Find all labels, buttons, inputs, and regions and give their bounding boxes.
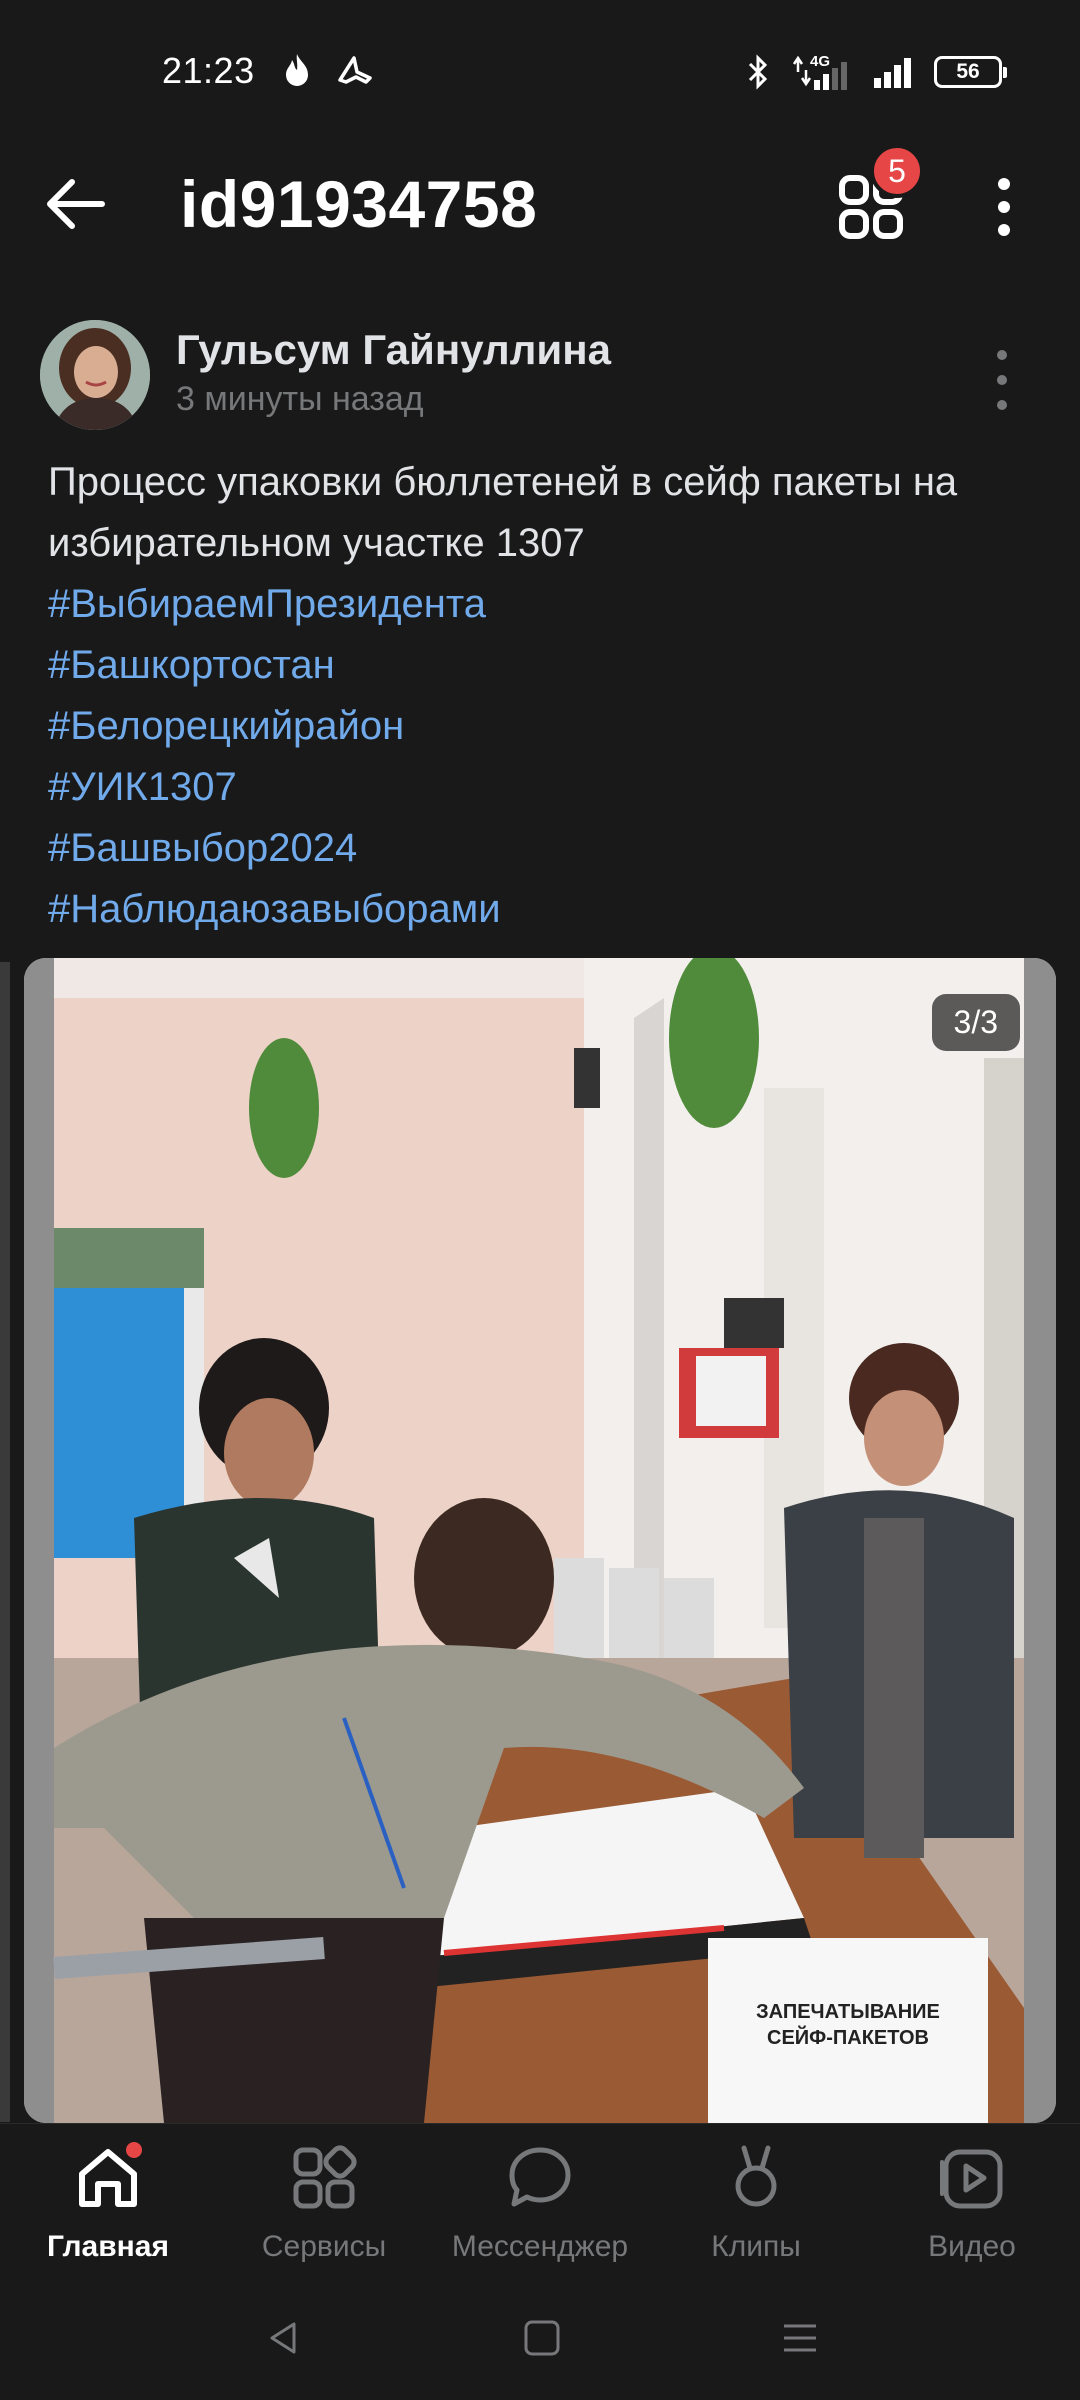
previous-photo-edge[interactable] <box>0 962 10 2122</box>
dot-icon <box>997 350 1007 360</box>
status-left-icons <box>280 52 374 88</box>
nav-item-clips[interactable]: Клипы <box>648 2138 864 2268</box>
square-home-icon <box>524 2320 560 2356</box>
system-home-button[interactable] <box>512 2308 572 2368</box>
post-text: Процесс упаковки бюллетеней в сейф пакет… <box>48 452 1048 940</box>
battery-indicator: 56 <box>934 56 1007 88</box>
status-bar: 21:23 4G 56 <box>0 0 1080 140</box>
nav-label: Клипы <box>711 2230 801 2263</box>
page-title: id91934758 <box>180 167 538 241</box>
dot-icon <box>998 224 1010 236</box>
menu-lines-icon <box>784 2324 816 2352</box>
bluetooth-icon <box>748 54 768 90</box>
hashtag-link[interactable]: #Наблюдаюзавыборами <box>48 879 1048 940</box>
clips-icon <box>716 2138 796 2218</box>
system-navigation <box>0 2278 1080 2400</box>
dot-icon <box>997 400 1007 410</box>
triangle-back-icon <box>270 2322 296 2354</box>
signal-icon <box>874 58 911 88</box>
hashtag-link[interactable]: #УИК1307 <box>48 757 1048 818</box>
dot-icon <box>998 178 1010 190</box>
avatar-image <box>40 320 150 430</box>
svg-text:4G: 4G <box>810 53 830 70</box>
svg-text:СЕЙФ-ПАКЕТОВ: СЕЙФ-ПАКЕТОВ <box>767 2025 929 2049</box>
post-more-button[interactable] <box>990 350 1014 410</box>
dot-icon <box>998 201 1010 213</box>
post-time: 3 минуты назад <box>176 380 424 418</box>
chat-icon <box>500 2138 580 2218</box>
nav-label: Сервисы <box>261 2230 387 2263</box>
system-recents-button[interactable] <box>770 2308 830 2368</box>
author-name[interactable]: Гульсум Гайнуллина <box>176 326 611 374</box>
svg-text:ЗАПЕЧАТЫВАНИЕ: ЗАПЕЧАТЫВАНИЕ <box>756 2001 940 2023</box>
post-author: Гульсум Гайнуллина 3 минуты назад <box>40 320 1040 430</box>
video-icon <box>932 2138 1012 2218</box>
signal-4g-icon: 4G <box>792 53 847 90</box>
system-back-button[interactable] <box>254 2308 314 2368</box>
nav-item-video[interactable]: Видео <box>864 2138 1080 2268</box>
nav-item-home[interactable]: Главная <box>0 2138 216 2268</box>
nav-label: Главная <box>46 2230 169 2263</box>
header: id91934758 5 <box>0 140 1080 270</box>
status-time: 21:23 <box>162 50 255 91</box>
bottom-navigation: Главная Сервисы Мессенджер Клипы Видео <box>0 2123 1080 2278</box>
back-button[interactable] <box>40 168 112 240</box>
more-options-button[interactable] <box>974 170 1034 244</box>
home-icon <box>68 2138 148 2218</box>
hashtag-link[interactable]: #Башкортостан <box>48 635 1048 696</box>
nav-item-services[interactable]: Сервисы <box>216 2138 432 2268</box>
photo-counter: 3/3 <box>931 994 1020 1051</box>
nav-item-messenger[interactable]: Мессенджер <box>432 2138 648 2268</box>
notification-badge: 5 <box>870 144 924 198</box>
vk-notification-icon <box>338 56 372 84</box>
dot-icon <box>997 375 1007 385</box>
nav-label: Мессенджер <box>451 2230 629 2263</box>
services-icon <box>284 2138 364 2218</box>
flame-icon <box>286 54 308 86</box>
hashtag-link[interactable]: #ВыбираемПрезидента <box>48 574 1048 635</box>
hashtag-link[interactable]: #Башвыбор2024 <box>48 818 1048 879</box>
post-body: Процесс упаковки бюллетеней в сейф пакет… <box>48 460 958 565</box>
status-right-icons: 4G 56 <box>744 52 1007 92</box>
new-indicator-dot <box>126 2142 142 2158</box>
nav-label: Видео <box>928 2230 1016 2263</box>
avatar[interactable] <box>40 320 150 430</box>
post-photo-image: ЗАПЕЧАТЫВАНИЕ СЕЙФ-ПАКЕТОВ <box>24 958 1056 2123</box>
arrow-left-icon <box>47 179 105 229</box>
post-photo[interactable]: ЗАПЕЧАТЫВАНИЕ СЕЙФ-ПАКЕТОВ 3/3 <box>24 958 1056 2123</box>
hashtag-link[interactable]: #Белорецкийрайон <box>48 696 1048 757</box>
